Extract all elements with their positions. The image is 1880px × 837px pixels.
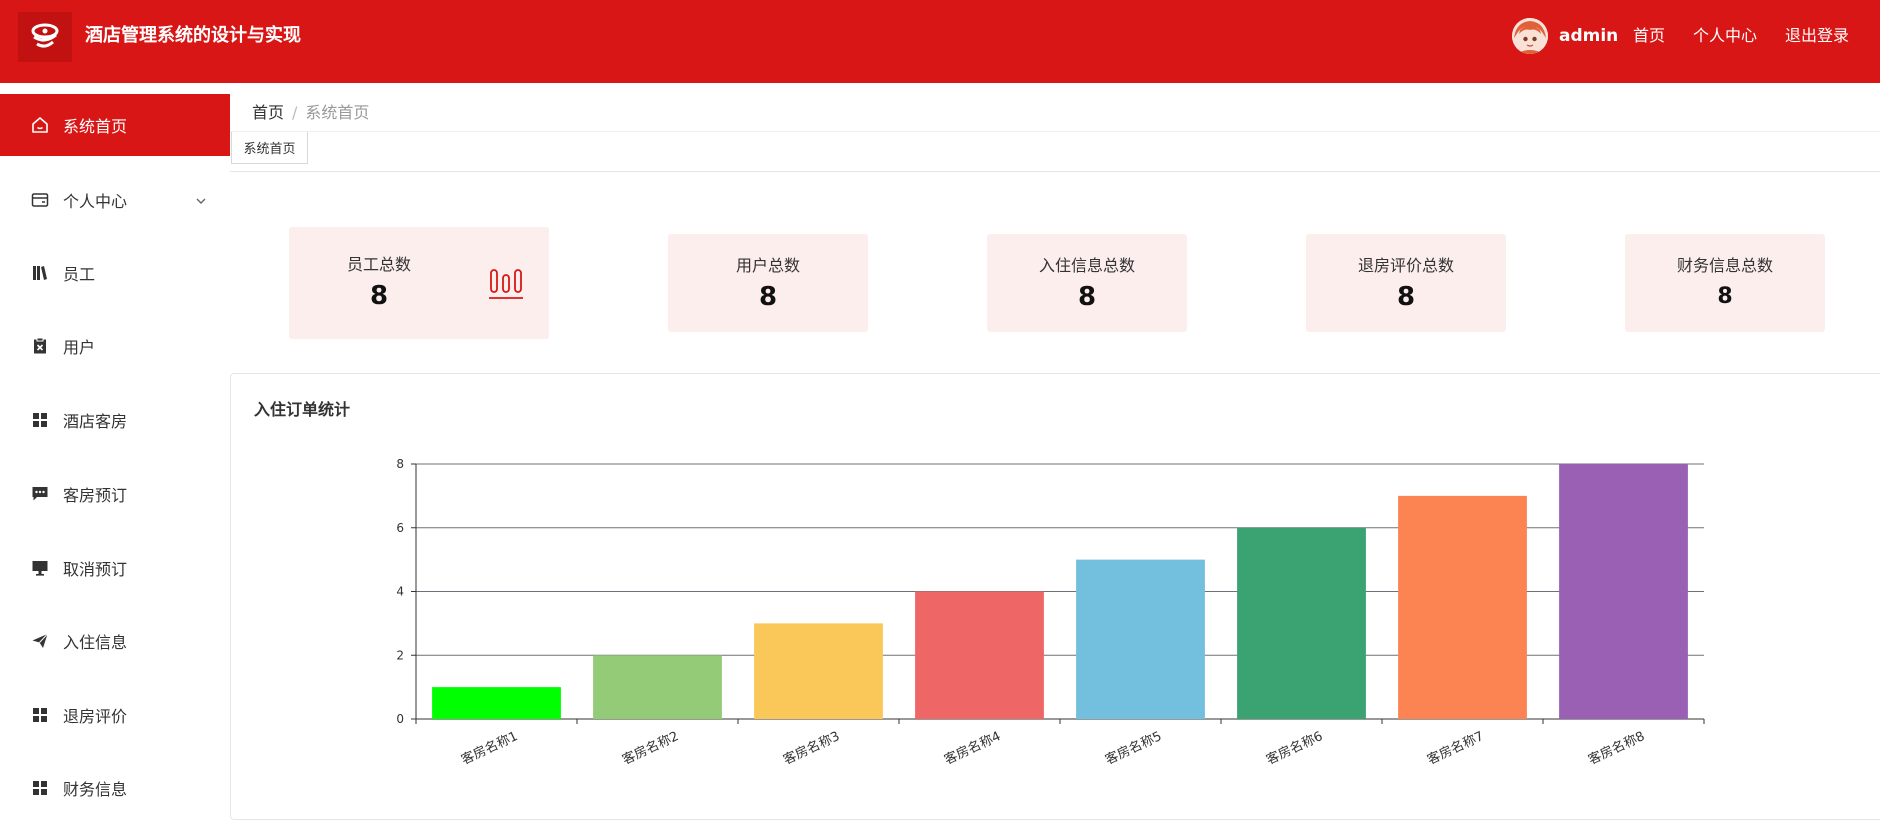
- divider: [230, 131, 1880, 132]
- breadcrumb: 首页 / 系统首页: [252, 101, 369, 125]
- y-tick-label: 0: [396, 712, 404, 726]
- bar: [1076, 559, 1205, 719]
- wallet-icon: [30, 190, 50, 210]
- bar: [915, 591, 1044, 719]
- y-tick-label: 4: [396, 585, 404, 599]
- sidebar-item-label: 酒店客房: [63, 412, 128, 431]
- user-name[interactable]: admin: [1559, 24, 1618, 48]
- stat-card-users: 用户总数 8: [668, 234, 868, 332]
- stat-label: 入住信息总数: [1038, 256, 1135, 275]
- sidebar-item-finance[interactable]: 财务信息: [0, 757, 230, 819]
- send-icon: [30, 631, 50, 651]
- x-tick-label: 客房名称6: [1264, 728, 1325, 768]
- x-tick-label: 客房名称4: [942, 728, 1003, 768]
- breadcrumb-separator: /: [292, 103, 298, 122]
- sidebar-item-label: 取消预订: [63, 560, 128, 579]
- sidebar-item-label: 员工: [63, 265, 96, 284]
- sidebar-item-checkin[interactable]: 入住信息: [0, 610, 230, 672]
- chat-icon: [30, 484, 50, 504]
- stat-card-checkout-review: 退房评价总数 8: [1306, 234, 1506, 332]
- x-tick-label: 客房名称1: [459, 728, 520, 768]
- bar: [1398, 495, 1527, 719]
- sidebar-item-label: 退房评价: [63, 707, 128, 726]
- x-tick-label: 客房名称2: [620, 728, 681, 768]
- stat-label: 用户总数: [735, 256, 800, 275]
- avatar[interactable]: [1512, 18, 1548, 54]
- avatar-icon: [1512, 18, 1548, 54]
- stat-label: 退房评价总数: [1357, 256, 1454, 275]
- nav-profile-link[interactable]: 个人中心: [1693, 24, 1757, 48]
- bar: [593, 655, 722, 719]
- books-icon: [30, 263, 50, 283]
- x-tick-label: 客房名称3: [781, 728, 842, 768]
- sidebar-item-label: 系统首页: [63, 117, 128, 136]
- grid-icon: [30, 410, 50, 430]
- app-title: 酒店管理系统的设计与实现: [85, 25, 301, 46]
- sidebar-item-profile[interactable]: 个人中心: [0, 169, 230, 231]
- y-tick-label: 2: [396, 648, 404, 662]
- sidebar-item-rooms[interactable]: 酒店客房: [0, 389, 230, 451]
- clipboard-x-icon: [30, 336, 50, 356]
- stat-card-staff: 员工总数 8: [289, 227, 549, 339]
- top-header: 酒店管理系统的设计与实现 admin 首页 个人中心 退出登录: [0, 0, 1880, 83]
- sidebar-item-users[interactable]: 用户: [0, 315, 230, 377]
- grid-icon: [30, 705, 50, 725]
- grid-icon: [30, 778, 50, 798]
- stat-card-checkin: 入住信息总数 8: [987, 234, 1187, 332]
- stat-value: 8: [369, 281, 389, 311]
- x-tick-label: 客房名称8: [1586, 728, 1647, 768]
- bar: [432, 687, 561, 719]
- stat-value: 8: [758, 282, 778, 312]
- sidebar-item-cancel-booking[interactable]: 取消预订: [0, 537, 230, 599]
- sidebar-item-label: 客房预订: [63, 486, 128, 505]
- bar: [754, 623, 883, 719]
- x-tick-label: 客房名称7: [1425, 728, 1486, 768]
- sidebar-item-staff[interactable]: 员工: [0, 242, 230, 304]
- tab-dashboard[interactable]: 系统首页: [231, 132, 308, 164]
- stat-value: 8: [1077, 282, 1097, 312]
- bar: [1559, 464, 1688, 719]
- nav-home-link[interactable]: 首页: [1633, 24, 1665, 48]
- chart-panel: 入住订单统计 0 2 4 6 8 客房名称1 客房名称2 客房名称3 客房名称4 客房名称5 客房名…: [230, 373, 1880, 820]
- stat-card-finance: 财务信息总数 8: [1625, 234, 1825, 332]
- sidebar-item-label: 入住信息: [63, 633, 128, 652]
- logo: [18, 12, 72, 62]
- sidebar-item-label: 用户: [63, 338, 96, 357]
- sidebar-item-label: 个人中心: [63, 192, 128, 211]
- y-tick-label: 8: [396, 457, 404, 471]
- divider: [230, 171, 1880, 172]
- stat-value: 8: [1717, 284, 1733, 309]
- x-tick-label: 客房名称5: [1103, 728, 1164, 768]
- home-icon: [30, 115, 50, 135]
- bar: [1237, 527, 1366, 719]
- monitor-icon: [30, 558, 50, 578]
- sidebar-item-checkout-review[interactable]: 退房评价: [0, 684, 230, 746]
- sidebar-item-dashboard[interactable]: 系统首页: [0, 94, 230, 156]
- stat-label: 员工总数: [346, 255, 411, 274]
- stat-value: 8: [1396, 282, 1416, 312]
- y-tick-label: 6: [396, 521, 404, 535]
- sidebar-item-label: 财务信息: [63, 780, 128, 799]
- bar-chart: 0 2 4 6 8 客房名称1 客房名称2 客房名称3 客房名称4 客房名称5 客房名称6 客房名称7…: [396, 457, 1705, 768]
- logo-icon: [31, 23, 59, 48]
- sidebar-item-booking[interactable]: 客房预订: [0, 463, 230, 525]
- breadcrumb-home[interactable]: 首页: [252, 103, 284, 122]
- stat-label: 财务信息总数: [1676, 256, 1773, 275]
- breadcrumb-current: 系统首页: [305, 103, 370, 122]
- chevron-down-icon: [194, 193, 208, 207]
- nav-logout-link[interactable]: 退出登录: [1785, 24, 1849, 48]
- bar-chart-icon: [489, 265, 523, 305]
- sidebar: 系统首页 个人中心 员工 用户 酒店客房 客房预订 取消预订 入住信息 退房评价…: [0, 83, 230, 837]
